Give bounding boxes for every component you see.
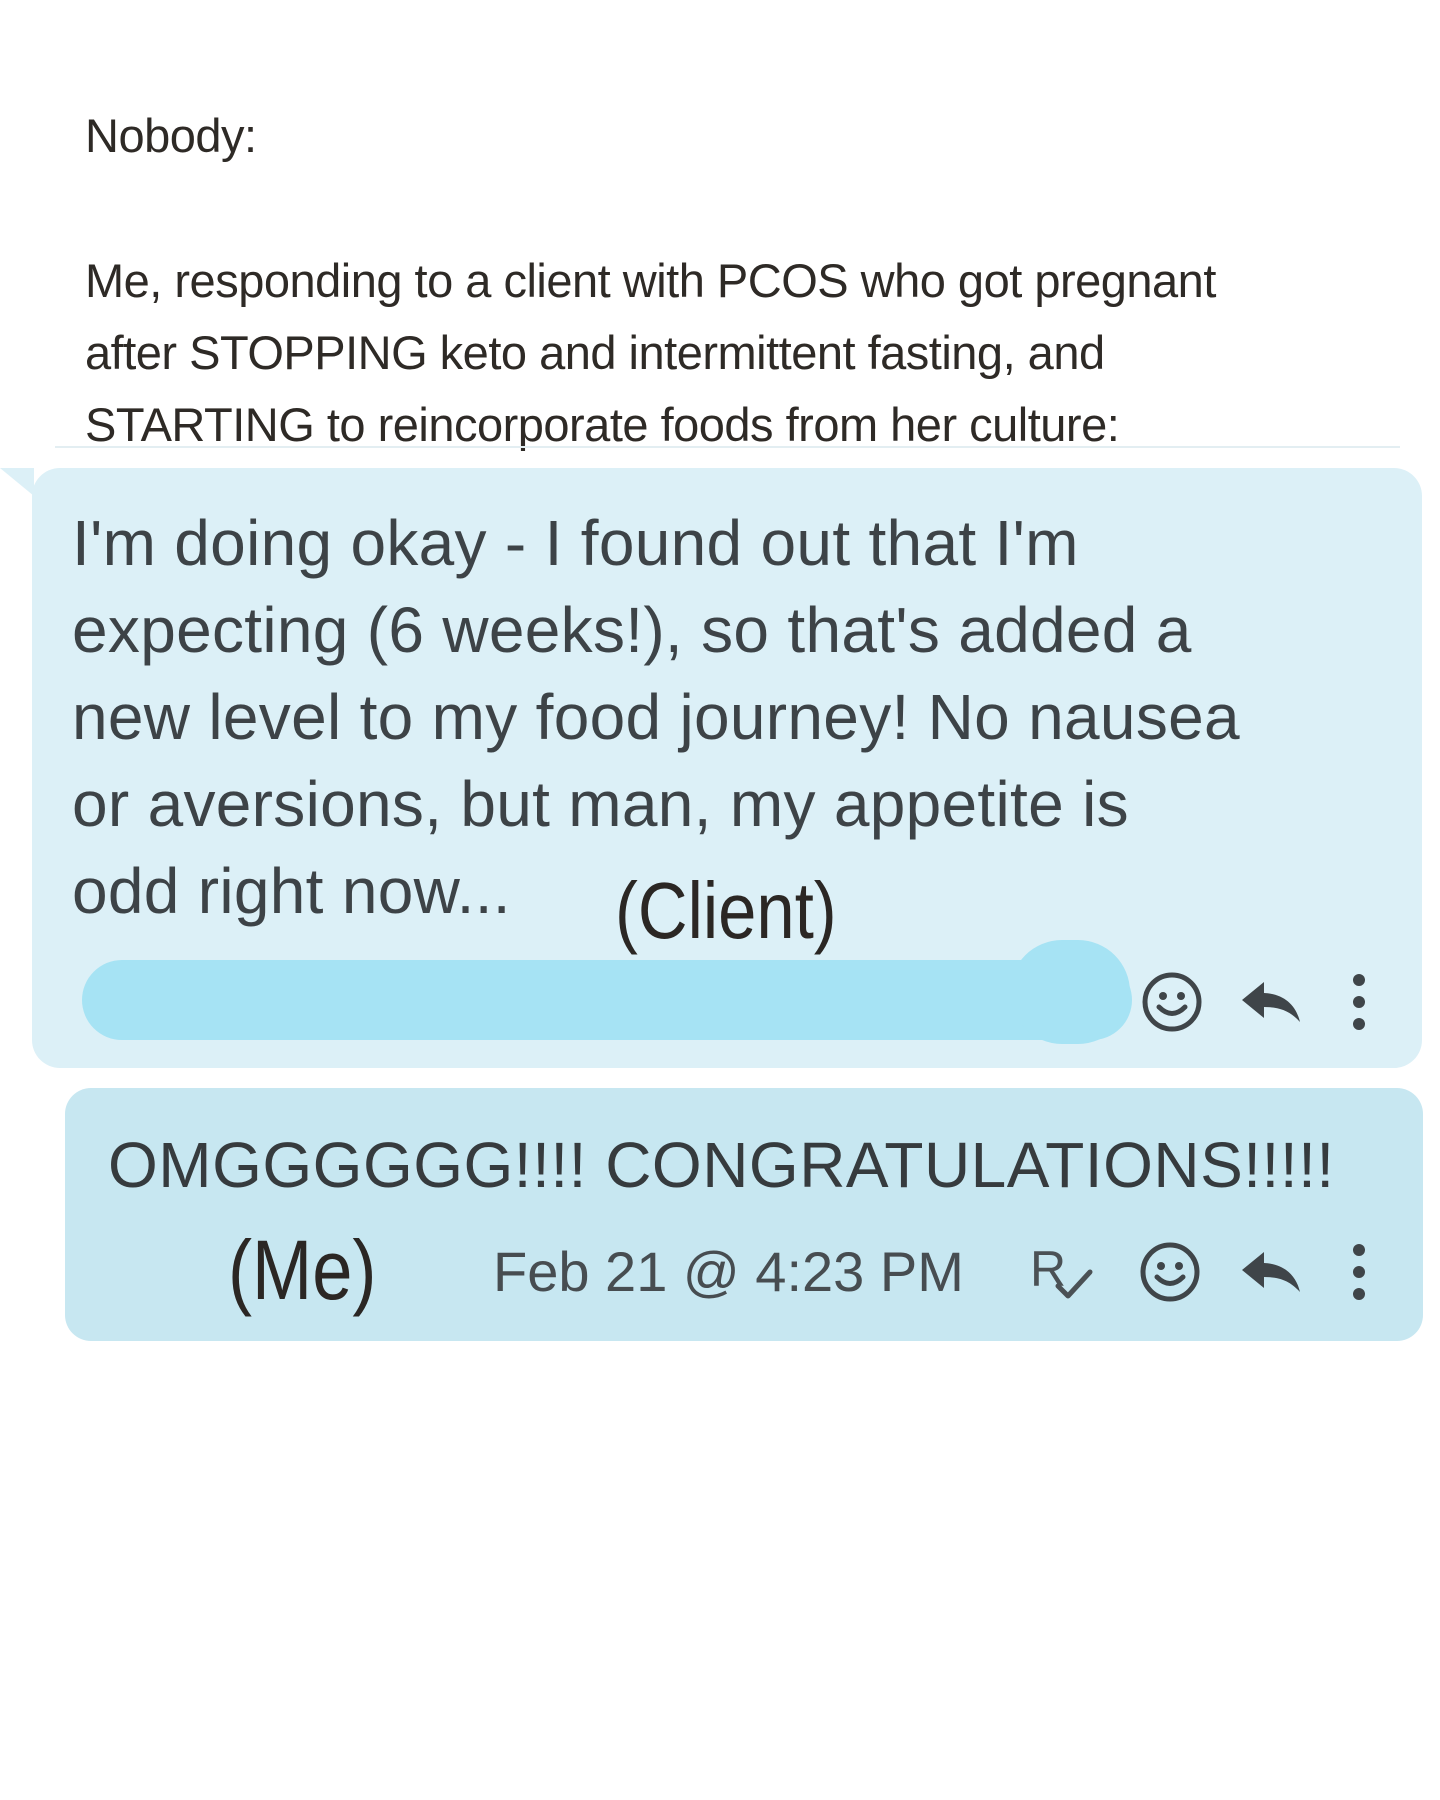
reply-icon[interactable]: [1240, 1250, 1302, 1294]
client-message-line: or aversions, but man, my appetite is: [72, 768, 1129, 840]
emoji-react-icon[interactable]: [1138, 1240, 1202, 1304]
me-label: (Me): [228, 1223, 377, 1317]
more-options-icon[interactable]: [1347, 970, 1371, 1034]
more-options-icon[interactable]: [1347, 1240, 1371, 1304]
redaction-scribble: [82, 960, 1132, 1040]
message-timestamp: Feb 21 @ 4:23 PM: [493, 1240, 964, 1303]
caption-setup-line: after STOPPING keto and intermittent fas…: [85, 326, 1105, 379]
caption-setup-line: Me, responding to a client with PCOS who…: [85, 254, 1216, 307]
client-message-line: new level to my food journey! No nausea: [72, 681, 1240, 753]
caption-setup: Me, responding to a client with PCOS who…: [85, 245, 1385, 461]
client-message-line: expecting (6 weeks!), so that's added a: [72, 594, 1192, 666]
reply-icon[interactable]: [1240, 980, 1302, 1024]
redaction-scribble-end: [1010, 940, 1130, 1044]
caption-setup-line: STARTING to reincorporate foods from her…: [85, 398, 1120, 451]
caption-nobody-text: Nobody:: [85, 109, 257, 162]
client-message-line: I'm doing okay - I found out that I'm: [72, 507, 1079, 579]
client-label: (Client): [615, 866, 837, 955]
caption-nobody: Nobody:: [85, 100, 1385, 172]
my-message-text: OMGGGGGG!!!! CONGRATULATIONS!!!!!: [108, 1129, 1335, 1201]
read-receipt-icon: [1055, 1269, 1093, 1299]
divider: [55, 446, 1400, 448]
client-bubble-tail: [0, 468, 34, 496]
emoji-react-icon[interactable]: [1140, 970, 1204, 1034]
